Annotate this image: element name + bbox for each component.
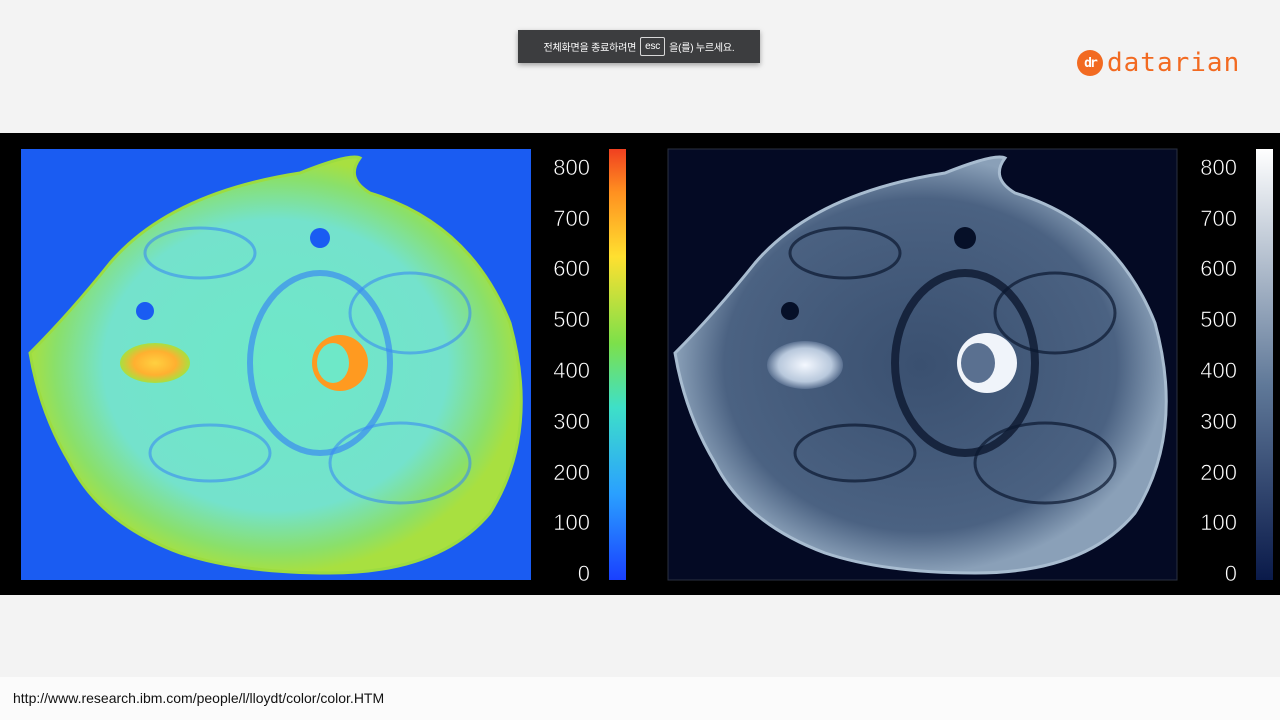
right-tick-400: 400 [1200,358,1237,383]
right-tick-500: 500 [1200,307,1237,332]
toast-text-after: 을(를) 누르세요. [669,43,735,54]
left-colorbar-ticks: 800 700 600 500 400 300 200 100 0 [553,155,590,587]
right-tick-800: 800 [1200,155,1237,180]
right-tick-600: 600 [1200,256,1237,281]
right-tick-200: 200 [1200,460,1237,485]
left-tick-300: 300 [553,409,590,434]
grayscale-mri-panel [667,148,1273,581]
toast-text-before: 전체화면을 종료하려면 [543,43,637,54]
esc-key-badge: esc [640,37,666,56]
datarian-logo: dr datarian [1077,48,1240,78]
pseudo-color-mri-panel [21,149,626,580]
right-tick-100: 100 [1200,510,1237,535]
right-tick-0: 0 [1225,561,1237,586]
left-tick-700: 700 [553,206,590,231]
footer-bar: http://www.research.ibm.com/people/l/llo… [0,677,1280,720]
left-tick-400: 400 [553,358,590,383]
right-colorbar-ticks: 800 700 600 500 400 300 200 100 0 [1200,155,1237,587]
left-tick-0: 0 [578,561,590,586]
source-url: http://www.research.ibm.com/people/l/llo… [13,690,385,706]
exit-fullscreen-toast: 전체화면을 종료하려면 esc 을(를) 누르세요. [518,30,760,63]
logo-wordmark: datarian [1107,48,1241,78]
left-tick-600: 600 [553,256,590,281]
right-tick-300: 300 [1200,409,1237,434]
logo-mark-icon: dr [1077,50,1103,76]
left-tick-800: 800 [553,155,590,180]
left-tick-500: 500 [553,307,590,332]
left-tick-200: 200 [553,460,590,485]
mri-comparison-figure: 800 700 600 500 400 300 200 100 0 800 70… [0,133,1280,595]
left-tick-100: 100 [553,510,590,535]
right-tick-700: 700 [1200,206,1237,231]
